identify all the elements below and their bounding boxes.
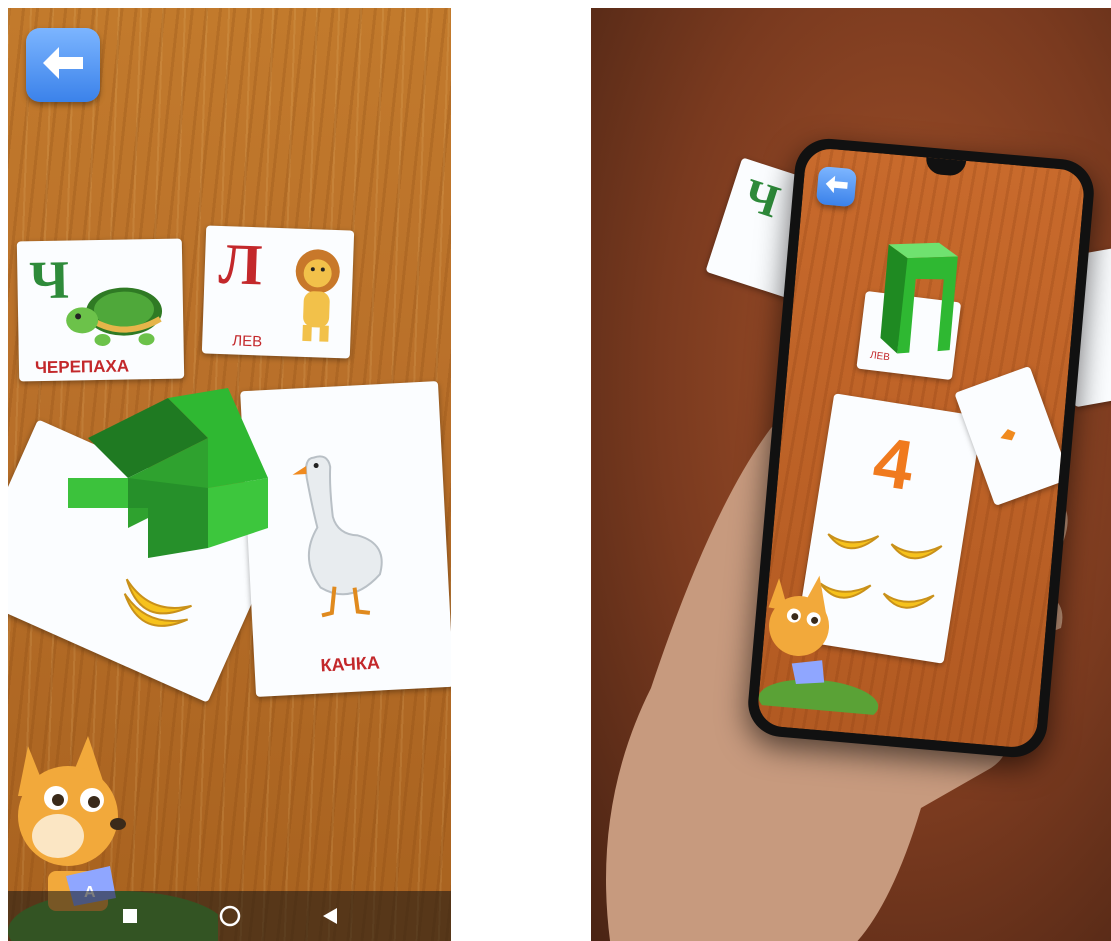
camera-notch <box>924 157 967 177</box>
back-button[interactable] <box>26 28 100 102</box>
arrow-left-icon <box>823 173 849 200</box>
card-word: ЛЕВ <box>231 332 263 351</box>
ar-3d-letter <box>58 378 278 583</box>
card-kachka <box>954 365 1071 506</box>
card-letter: Ч <box>737 168 786 228</box>
back-button[interactable] <box>815 166 858 208</box>
turtle-icon <box>62 281 173 358</box>
card-letter: Л <box>217 230 264 298</box>
number-label: 4 <box>868 421 919 506</box>
card-lev: Л ЛЕВ <box>201 225 355 359</box>
android-nav-bar <box>8 891 451 941</box>
ar-3d-letter <box>869 234 970 366</box>
left-app-screen: Ч ЧЕРЕПАХА Л ЛЕВ КАЧКА <box>8 8 451 941</box>
square-icon[interactable] <box>115 901 145 931</box>
card-word: ЧЕРЕПАХА <box>34 356 130 378</box>
card-word: КАЧКА <box>320 652 381 676</box>
goose-icon <box>283 443 402 624</box>
fox-mascot <box>758 565 890 725</box>
circle-icon[interactable] <box>215 901 245 931</box>
lion-icon <box>284 246 350 353</box>
goose-icon <box>996 424 1022 451</box>
smartphone: ЛЕВ 4 <box>745 136 1097 760</box>
phone-screen: ЛЕВ 4 <box>756 146 1086 750</box>
card-cherepakha: Ч ЧЕРЕПАХА <box>16 238 185 382</box>
right-photo: Ч ЛЕВ 4 <box>591 8 1111 941</box>
triangle-back-icon[interactable] <box>315 901 345 931</box>
arrow-left-icon <box>41 45 85 86</box>
